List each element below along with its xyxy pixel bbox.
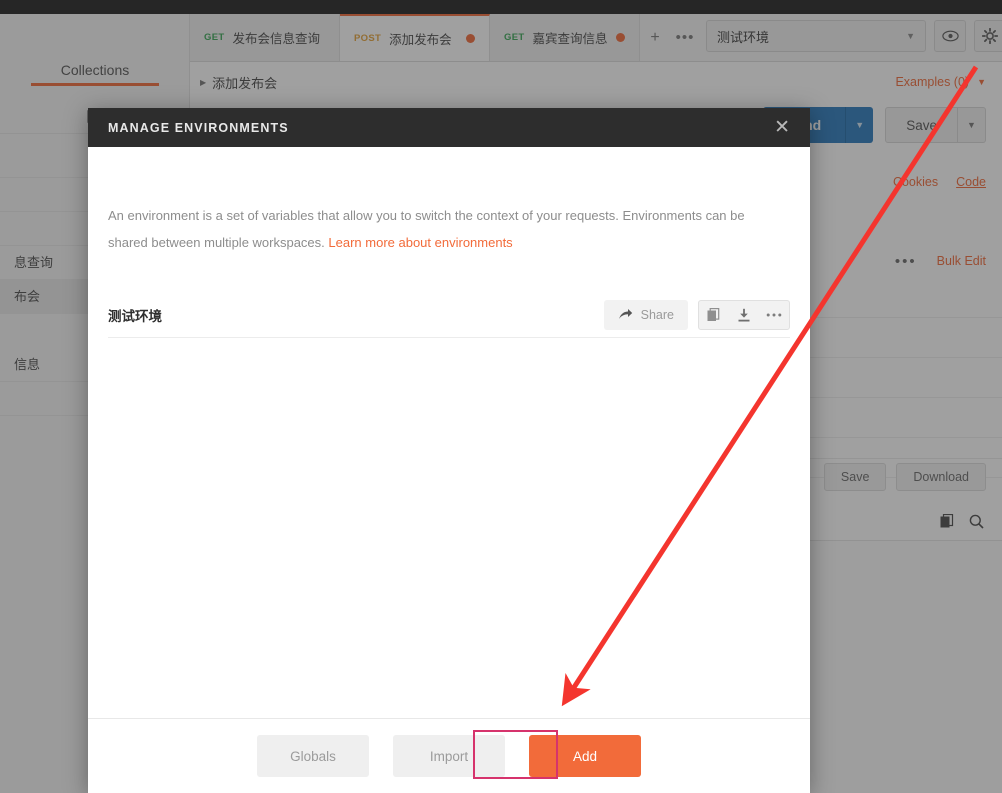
- modal-description: An environment is a set of variables tha…: [108, 202, 778, 256]
- download-icon[interactable]: [729, 301, 759, 329]
- modal-footer: Globals Import Add: [88, 718, 810, 793]
- share-arrow-icon: [618, 309, 632, 319]
- environment-row-actions: Share: [603, 299, 790, 330]
- learn-more-link[interactable]: Learn more about environments: [328, 235, 512, 250]
- modal-title: MANAGE ENVIRONMENTS: [108, 120, 289, 135]
- environment-list-item[interactable]: 测试环境 Share: [108, 292, 790, 338]
- add-button[interactable]: Add: [529, 735, 641, 777]
- manage-environments-modal: MANAGE ENVIRONMENTS ✕ An environment is …: [88, 108, 810, 793]
- share-label: Share: [640, 307, 674, 322]
- share-button[interactable]: Share: [603, 299, 688, 330]
- environment-name[interactable]: 测试环境: [108, 305, 162, 325]
- duplicate-icon[interactable]: [699, 301, 729, 329]
- close-icon[interactable]: ✕: [768, 116, 796, 139]
- modal-body: An environment is a set of variables tha…: [88, 147, 810, 718]
- modal-header: MANAGE ENVIRONMENTS ✕: [88, 108, 810, 147]
- more-horizontal-icon[interactable]: [759, 301, 789, 329]
- environment-icon-group: [698, 299, 790, 330]
- import-button[interactable]: Import: [393, 735, 505, 777]
- environment-list: 测试环境 Share: [108, 292, 790, 338]
- globals-button[interactable]: Globals: [257, 735, 369, 777]
